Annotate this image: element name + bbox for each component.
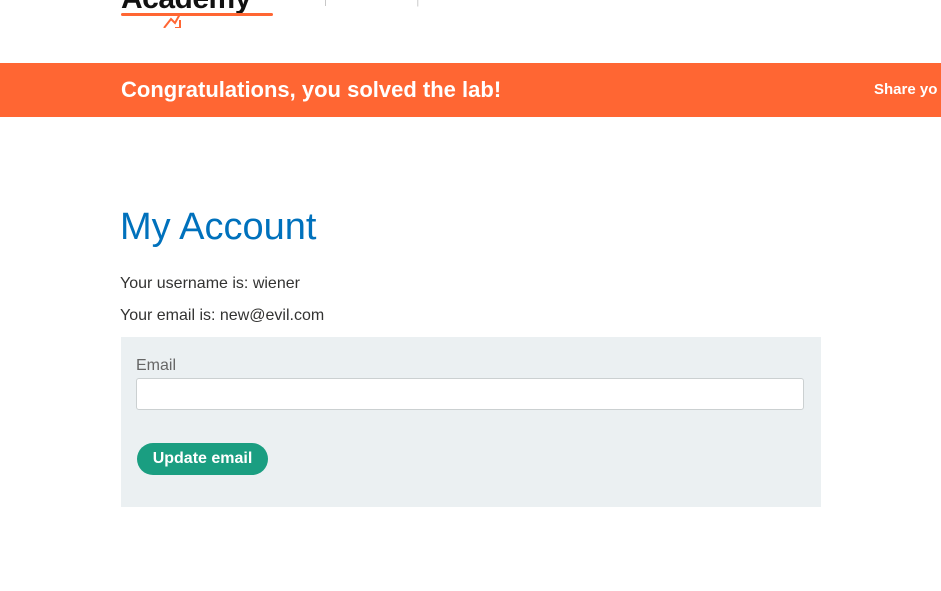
- email-info: Your email is: new@evil.com: [120, 307, 325, 324]
- email-label: Email: [136, 357, 177, 374]
- update-email-form: Email Update email: [121, 337, 821, 507]
- update-email-button[interactable]: Update email: [137, 443, 268, 475]
- banner-message: Congratulations, you solved the lab!: [121, 77, 502, 102]
- logo-text: Academy: [121, 0, 251, 14]
- page-title: My Account: [120, 206, 317, 248]
- share-link[interactable]: Share yo: [874, 81, 937, 98]
- header-separator: [325, 0, 326, 6]
- academy-logo[interactable]: Academy: [121, 0, 273, 16]
- site-header: Academy · · · · · · | · · ·: [0, 0, 941, 63]
- username-info: Your username is: wiener: [120, 275, 300, 292]
- logo-mark-icon: [163, 14, 181, 28]
- email-input[interactable]: [136, 378, 804, 410]
- logo-underline: [121, 13, 273, 16]
- lab-solved-banner: Congratulations, you solved the lab! Sha…: [0, 63, 941, 117]
- header-faded-text: · · · · · · | · · ·: [345, 0, 456, 8]
